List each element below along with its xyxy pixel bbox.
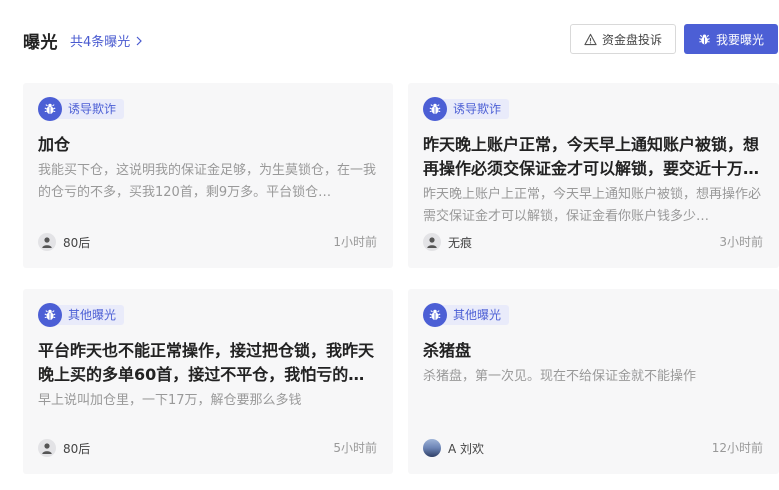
chevron-right-icon xyxy=(136,36,143,45)
card-title: 昨天晚上账户正常，今天早上通知账户被锁，想再操作必须交保证金才可以解锁，要交近十… xyxy=(423,135,760,178)
bug-icon xyxy=(699,33,710,44)
card-description: 我能买下仓，这说明我的保证金足够，为生莫锁仓，在一我的仓亏的不多，买我120首，… xyxy=(38,163,377,200)
card-title: 杀猪盘 xyxy=(423,341,472,360)
card-time: 5小时前 xyxy=(333,441,377,455)
card-description: 昨天晚上账户上正常，今天早上通知账户被锁，想再操作必需交保证金才可以解锁，保证金… xyxy=(423,187,762,224)
card-time: 1小时前 xyxy=(333,235,377,249)
author-name: 无痕 xyxy=(448,235,473,250)
exposure-card[interactable]: 诱导欺诈 昨天晚上账户正常，今天早上通知账户被锁，想再操作必须交保证金才可以解锁… xyxy=(408,83,779,268)
category-badge: 诱导欺诈 xyxy=(423,97,510,121)
exposure-card[interactable]: 诱导欺诈 加仓 我能买下仓，这说明我的保证金足够，为生莫锁仓，在一我的仓亏的不多… xyxy=(23,83,393,268)
card-author: 无痕 xyxy=(423,233,472,251)
avatar xyxy=(38,439,56,457)
avatar xyxy=(423,233,441,251)
card-author: 80后 xyxy=(38,233,90,251)
expose-button[interactable]: 我要曝光 xyxy=(684,24,778,54)
exposure-count-label: 共4条曝光 xyxy=(70,35,131,50)
author-name: A 刘欢 xyxy=(448,441,485,456)
complain-button-label: 资金盘投诉 xyxy=(601,32,662,47)
category-badge: 其他曝光 xyxy=(38,303,125,327)
card-description: 杀猪盘，第一次见。现在不给保证金就不能操作 xyxy=(423,369,697,384)
category-badge: 其他曝光 xyxy=(423,303,510,327)
card-description: 早上说叫加仓里，一下17万，解仓要那么多钱 xyxy=(38,393,302,408)
category-tag: 诱导欺诈 xyxy=(439,99,510,119)
author-name: 80后 xyxy=(63,235,91,250)
card-time: 3小时前 xyxy=(719,235,763,249)
user-icon xyxy=(42,237,52,248)
bug-icon xyxy=(423,303,447,327)
avatar xyxy=(38,233,56,251)
user-icon xyxy=(42,443,52,454)
complain-button[interactable]: 资金盘投诉 xyxy=(570,24,676,54)
card-title: 加仓 xyxy=(38,135,71,154)
card-time: 12小时前 xyxy=(711,441,763,455)
bug-icon xyxy=(38,303,62,327)
author-name: 80后 xyxy=(63,441,91,456)
exposure-count-link[interactable]: 共4条曝光 xyxy=(70,31,144,50)
card-author: 80后 xyxy=(38,439,90,457)
bug-icon xyxy=(38,97,62,121)
category-tag: 其他曝光 xyxy=(54,305,125,325)
card-title: 平台昨天也不能正常操作，接过把仓锁，我昨天晚上买的多单60首，接过不平仓，我怕亏… xyxy=(38,341,375,384)
avatar xyxy=(423,439,441,457)
exposure-card[interactable]: 其他曝光 平台昨天也不能正常操作，接过把仓锁，我昨天晚上买的多单60首，接过不平… xyxy=(23,289,393,474)
page-title: 曝光 xyxy=(23,33,58,53)
warning-icon xyxy=(584,33,597,45)
expose-button-label: 我要曝光 xyxy=(715,32,764,47)
category-tag: 其他曝光 xyxy=(439,305,510,325)
card-author: A 刘欢 xyxy=(423,439,484,457)
user-icon xyxy=(427,237,437,248)
bug-icon xyxy=(423,97,447,121)
page-header: 曝光 共4条曝光 资金盘投诉 我要曝光 xyxy=(0,0,779,78)
category-badge: 诱导欺诈 xyxy=(38,97,125,121)
category-tag: 诱导欺诈 xyxy=(54,99,125,119)
exposure-card[interactable]: 其他曝光 杀猪盘 杀猪盘，第一次见。现在不给保证金就不能操作 A 刘欢 12小时… xyxy=(408,289,779,474)
